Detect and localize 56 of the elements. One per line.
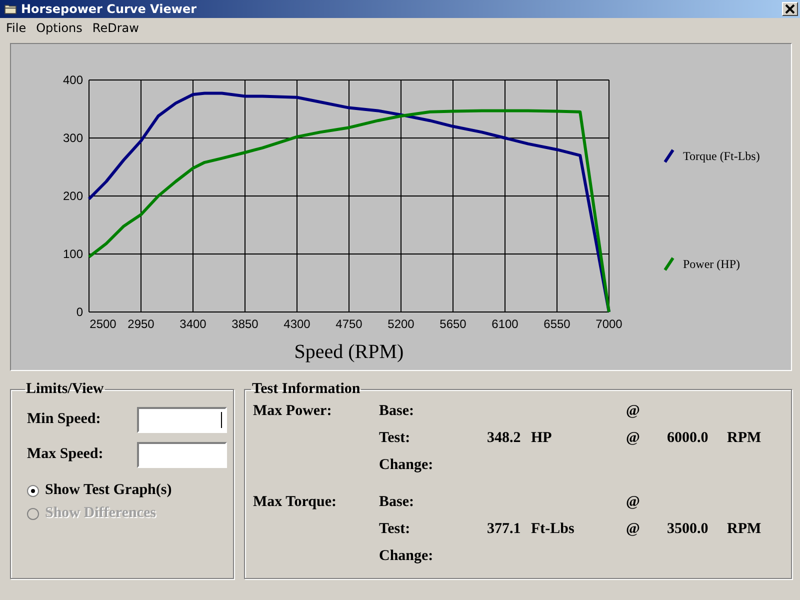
- x-axis-label: Speed (RPM): [294, 341, 404, 363]
- unit-text: Ft-Lbs: [531, 521, 574, 537]
- legend-label: Power (HP): [683, 257, 740, 271]
- y-tick-label: 300: [62, 131, 83, 145]
- metric-label: Max Power:: [253, 403, 332, 419]
- row-label: Change:: [379, 457, 434, 473]
- metric-label: Max Torque:: [253, 494, 336, 510]
- window-title: Horsepower Curve Viewer: [21, 2, 198, 16]
- row-label: Change:: [379, 548, 434, 564]
- value-text: 377.1: [487, 521, 521, 537]
- speed-value: 3500.0: [667, 521, 708, 537]
- x-tick-label: 4300: [284, 317, 310, 331]
- y-tick-label: 400: [62, 73, 83, 87]
- legend-label: Torque (Ft-Lbs): [683, 149, 760, 163]
- x-tick-label: 5650: [440, 317, 466, 331]
- radio-button[interactable]: [27, 484, 39, 496]
- value-text: 348.2: [487, 430, 521, 446]
- y-tick-label: 100: [62, 247, 83, 261]
- group-title: Test Information: [251, 381, 362, 398]
- x-tick-label: 7000: [596, 317, 622, 331]
- speed-field[interactable]: [137, 406, 227, 432]
- x-tick-label: 4750: [336, 317, 362, 331]
- x-tick-label: 6550: [544, 317, 570, 331]
- menu-item[interactable]: ReDraw: [87, 20, 144, 34]
- speed-unit: RPM: [727, 430, 762, 446]
- at-sign: @: [626, 403, 640, 419]
- x-tick-label: 3850: [232, 317, 258, 331]
- row-label: Test:: [379, 430, 410, 446]
- x-tick-label: 2500: [90, 317, 116, 331]
- menu-item[interactable]: Options: [31, 20, 88, 34]
- legend-swatch: [664, 257, 674, 271]
- row-label: Base:: [379, 494, 414, 510]
- legend-swatch: [664, 149, 674, 163]
- x-tick-label: 6100: [492, 317, 518, 331]
- at-sign: @: [626, 521, 640, 537]
- row-label: Test:: [379, 521, 410, 537]
- unit-text: HP: [531, 430, 552, 446]
- speed-field[interactable]: [137, 442, 227, 468]
- at-sign: @: [626, 430, 640, 446]
- y-tick-label: 200: [62, 189, 83, 203]
- speed-unit: RPM: [727, 521, 762, 537]
- field-label: Max Speed:: [27, 446, 104, 463]
- y-tick-label: 0: [76, 305, 83, 319]
- radio-label: Show Test Graph(s): [45, 482, 172, 499]
- field-label: Min Speed:: [27, 411, 101, 428]
- at-sign: @: [626, 494, 640, 510]
- close-button[interactable]: [782, 2, 798, 16]
- menu-item[interactable]: File: [1, 20, 32, 34]
- x-tick-label: 2950: [128, 317, 154, 331]
- x-tick-label: 5200: [388, 317, 414, 331]
- speed-value: 6000.0: [667, 430, 708, 446]
- row-label: Base:: [379, 403, 414, 419]
- close-icon: [785, 4, 795, 14]
- x-tick-label: 3400: [180, 317, 206, 331]
- group-title: Limits/View: [25, 381, 105, 398]
- folder-icon: [4, 3, 17, 15]
